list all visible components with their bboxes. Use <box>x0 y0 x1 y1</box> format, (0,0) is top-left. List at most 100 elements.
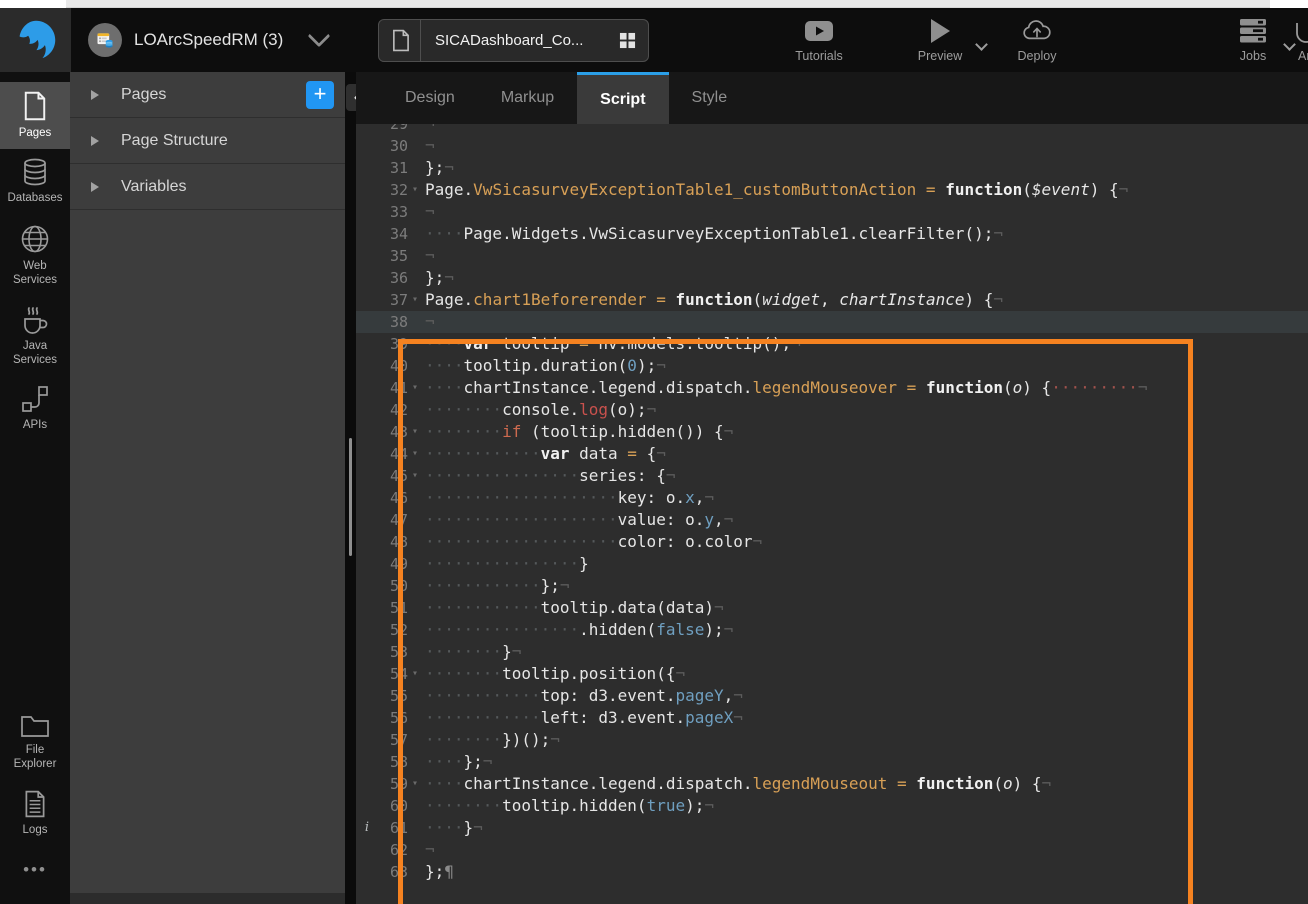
code-line[interactable]: 53········}¬ <box>356 641 1308 663</box>
code-line[interactable]: 49················} <box>356 553 1308 575</box>
code-text: ¬ <box>425 124 435 135</box>
project-chevron-down-icon[interactable] <box>308 25 331 48</box>
tab-markup[interactable]: Markup <box>478 72 577 124</box>
fold-arrow-icon[interactable]: ▾ <box>412 773 424 795</box>
line-number: 52 <box>356 619 408 641</box>
code-line[interactable]: 52················.hidden(false);¬ <box>356 619 1308 641</box>
code-text: ¬ <box>425 245 435 267</box>
code-line[interactable]: 46····················key: o.x,¬ <box>356 487 1308 509</box>
chevron-down-icon[interactable] <box>975 38 988 51</box>
section-expand-arrow-icon[interactable] <box>91 136 99 146</box>
code-line[interactable]: 31};¬ <box>356 157 1308 179</box>
fold-arrow-icon[interactable]: ▾ <box>412 465 424 487</box>
tab-design[interactable]: Design <box>382 72 478 124</box>
code-text: ········tooltip.position({¬ <box>425 663 685 685</box>
header-action-deploy[interactable]: Deploy <box>1007 16 1067 63</box>
sidebar-item-pages[interactable]: Pages <box>0 82 70 149</box>
code-line[interactable]: 37▾Page.chart1Beforerender = function(wi… <box>356 289 1308 311</box>
fold-arrow-icon[interactable]: ▾ <box>412 179 424 201</box>
header-action-label: Deploy <box>1018 49 1057 63</box>
code-line[interactable]: 51············tooltip.data(data)¬ <box>356 597 1308 619</box>
line-number: 44 <box>356 443 408 465</box>
code-text: ¬ <box>425 839 435 861</box>
code-line[interactable]: 55············top: d3.event.pageY,¬ <box>356 685 1308 707</box>
pages-panel: Pages+Page StructureVariables <box>70 72 345 904</box>
sidebar-item-file-explorer[interactable]: FileExplorer <box>0 705 70 781</box>
code-area[interactable]: 29¬30¬31};¬32▾Page.VwSicasurveyException… <box>356 124 1308 904</box>
sidebar-item-java-services[interactable]: JavaServices <box>0 297 70 377</box>
fold-arrow-icon[interactable]: ▾ <box>412 663 424 685</box>
code-line[interactable]: 63};¶ <box>356 861 1308 883</box>
sidebar-more-button[interactable]: ••• <box>0 846 70 904</box>
sidebar-item-label: JavaServices <box>13 339 57 368</box>
code-line[interactable]: 43▾········if (tooltip.hidden()) {¬ <box>356 421 1308 443</box>
sidebar-item-web-services[interactable]: WebServices <box>0 215 70 297</box>
code-line[interactable]: 38¬ <box>356 311 1308 333</box>
sidebar-item-label: Databases <box>8 191 63 205</box>
code-text: Page.VwSicasurveyExceptionTable1_customB… <box>425 179 1128 201</box>
code-line[interactable]: 54▾········tooltip.position({¬ <box>356 663 1308 685</box>
fold-arrow-icon[interactable]: ▾ <box>412 443 424 465</box>
header-action-label: Jobs <box>1240 49 1266 63</box>
sidebar-item-logs[interactable]: Logs <box>0 781 70 846</box>
code-line[interactable]: 56············left: d3.event.pageX¬ <box>356 707 1308 729</box>
add-page-button[interactable]: + <box>306 81 334 109</box>
project-name: LOArcSpeedRM (3) <box>134 30 283 50</box>
section-expand-arrow-icon[interactable] <box>91 182 99 192</box>
divider-scrollbar[interactable] <box>349 438 352 556</box>
app-logo[interactable] <box>0 8 71 72</box>
code-line[interactable]: 45▾················series: {¬ <box>356 465 1308 487</box>
header-action-label: Art <box>1298 49 1308 63</box>
code-line[interactable]: 33¬ <box>356 201 1308 223</box>
code-line[interactable]: 62¬ <box>356 839 1308 861</box>
fold-arrow-icon[interactable]: ▾ <box>412 377 424 399</box>
section-expand-arrow-icon[interactable] <box>91 90 99 100</box>
tab-style[interactable]: Style <box>669 72 751 124</box>
panel-section-pages[interactable]: Pages+ <box>70 72 345 118</box>
code-line[interactable]: 44▾············var data = {¬ <box>356 443 1308 465</box>
header-action-preview[interactable]: Preview <box>908 16 972 63</box>
sidebar-item-label: Logs <box>23 823 48 837</box>
code-line[interactable]: 42········console.log(o);¬ <box>356 399 1308 421</box>
code-line[interactable]: 29¬ <box>356 124 1308 135</box>
project-selector[interactable]: LOArcSpeedRM (3) <box>88 8 327 72</box>
panel-bottom-strip <box>70 893 345 904</box>
code-line[interactable]: 57········})();¬ <box>356 729 1308 751</box>
code-line[interactable]: 39····var tooltip = nv.models.tooltip();… <box>356 333 1308 355</box>
header-action-jobs[interactable]: Jobs <box>1226 16 1280 63</box>
apis-icon <box>21 385 49 413</box>
code-line[interactable]: i61····}¬ <box>356 817 1308 839</box>
code-line[interactable]: 47····················value: o.y,¬ <box>356 509 1308 531</box>
page-tab-title: SICADashboard_Co... <box>435 32 609 49</box>
fold-arrow-icon[interactable]: ▾ <box>412 421 424 443</box>
code-line[interactable]: 32▾Page.VwSicasurveyExceptionTable1_cust… <box>356 179 1308 201</box>
code-line[interactable]: 50············};¬ <box>356 575 1308 597</box>
code-line[interactable]: 40····tooltip.duration(0);¬ <box>356 355 1308 377</box>
sidebar-item-databases[interactable]: Databases <box>0 149 70 214</box>
code-text: ········}¬ <box>425 641 521 663</box>
open-page-tab[interactable]: SICADashboard_Co... <box>378 19 649 62</box>
code-text: ················} <box>425 553 589 575</box>
header-action-tutorials[interactable]: Tutorials <box>790 16 848 63</box>
code-text: ················series: {¬ <box>425 465 675 487</box>
code-line[interactable]: 59▾····chartInstance.legend.dispatch.leg… <box>356 773 1308 795</box>
code-line[interactable]: 35 ¬ <box>356 245 1308 267</box>
line-number: 35 <box>356 245 408 267</box>
code-text: };¶ <box>425 861 454 883</box>
page-grid-icon[interactable] <box>619 32 636 49</box>
code-line[interactable]: 60········tooltip.hidden(true);¬ <box>356 795 1308 817</box>
code-line[interactable]: 41▾····chartInstance.legend.dispatch.leg… <box>356 377 1308 399</box>
code-line[interactable]: 30¬ <box>356 135 1308 157</box>
tab-script[interactable]: Script <box>577 72 668 124</box>
panel-section-page-structure[interactable]: Page Structure <box>70 118 345 164</box>
header-action-art[interactable]: Art <box>1286 16 1308 63</box>
line-number: 46 <box>356 487 408 509</box>
panel-section-variables[interactable]: Variables <box>70 164 345 210</box>
fold-arrow-icon[interactable]: ▾ <box>412 289 424 311</box>
code-line[interactable]: 36};¬ <box>356 267 1308 289</box>
code-line[interactable]: 48····················color: o.color¬ <box>356 531 1308 553</box>
code-text: ············};¬ <box>425 575 570 597</box>
sidebar-item-apis[interactable]: APIs <box>0 376 70 441</box>
code-line[interactable]: 58····};¬ <box>356 751 1308 773</box>
code-line[interactable]: 34····Page.Widgets.VwSicasurveyException… <box>356 223 1308 245</box>
